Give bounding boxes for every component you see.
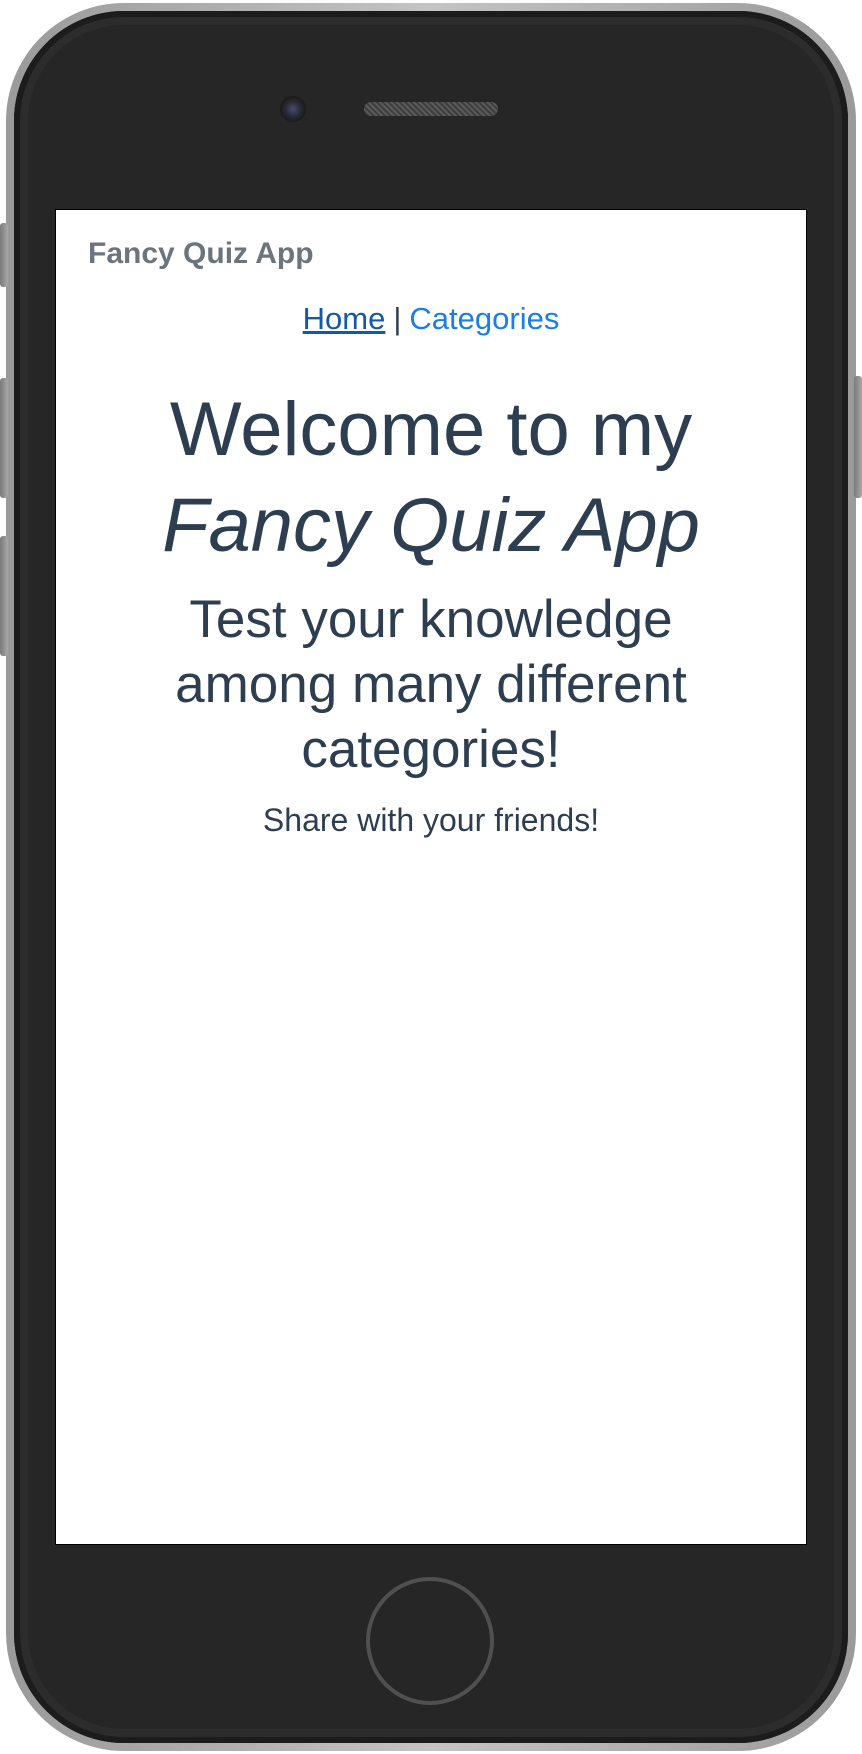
screen: Fancy Quiz App Home | Categories Welcome t… (56, 210, 806, 1544)
volume-down-button (0, 536, 8, 656)
main-nav: Home | Categories (56, 301, 806, 337)
front-camera (280, 96, 306, 122)
welcome-text: Welcome to my (169, 387, 693, 472)
earpiece-speaker (364, 102, 498, 116)
silent-switch (0, 223, 8, 287)
power-button (854, 376, 862, 498)
navbar-brand[interactable]: Fancy Quiz App (88, 237, 314, 271)
nav-separator: | (393, 301, 402, 336)
share-text: Share with your friends! (262, 802, 600, 838)
hero-heading: Welcome to my Fancy Quiz App (56, 382, 806, 574)
nav-home-link[interactable]: Home (303, 301, 386, 336)
volume-up-button (0, 378, 8, 498)
subtitle: Test your knowledge among many different… (175, 590, 687, 779)
nav-categories-link[interactable]: Categories (409, 301, 559, 336)
home-button[interactable] (366, 1577, 494, 1705)
hero-app-name: Fancy Quiz App (162, 483, 700, 568)
